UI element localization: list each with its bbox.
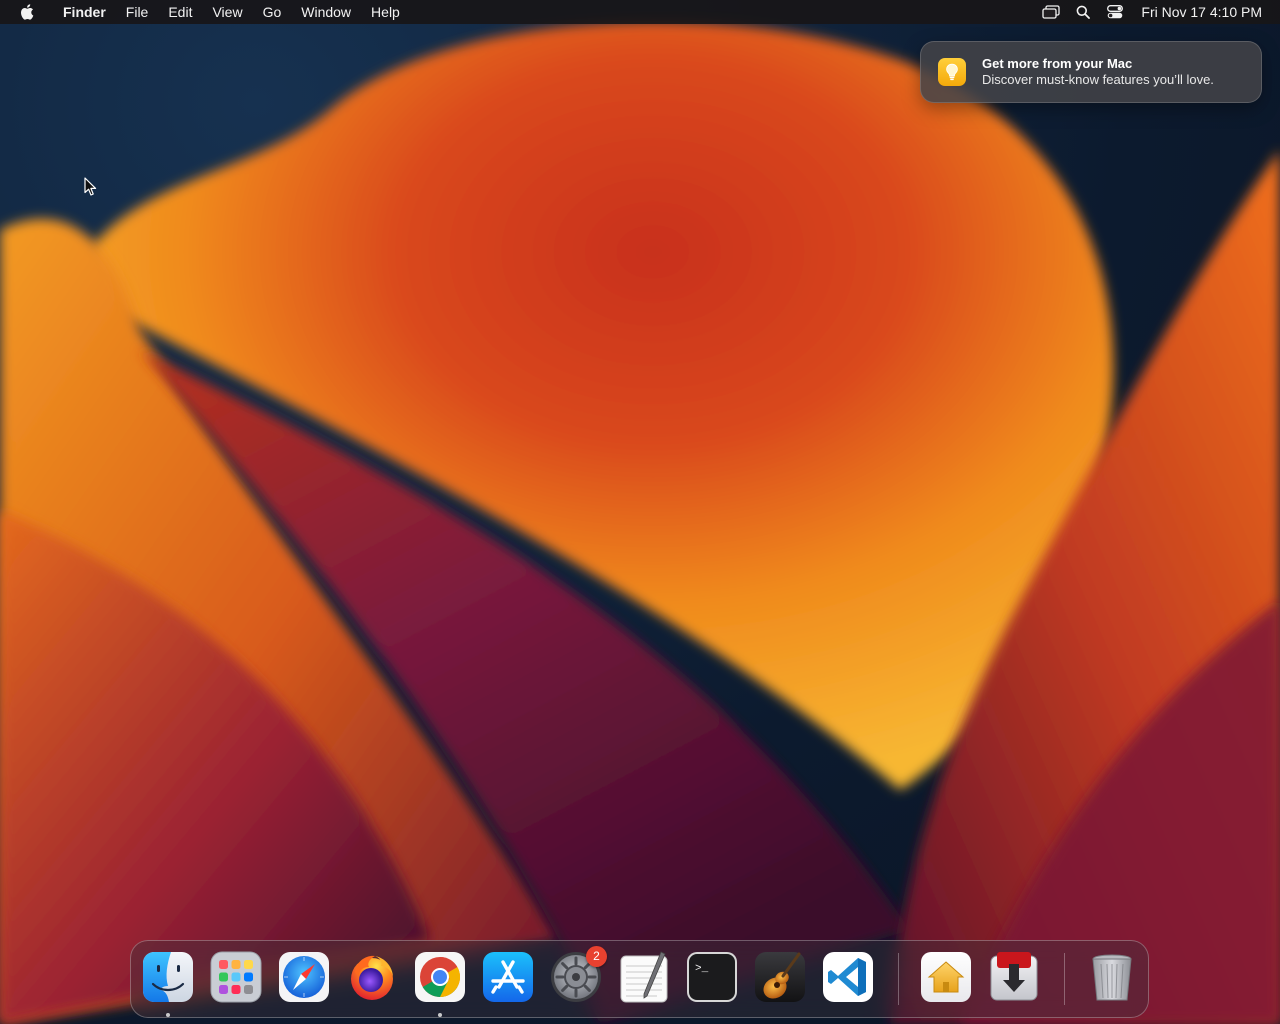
notification-body: Discover must-know features you’ll love. [982,72,1214,87]
dock-separator [898,953,899,1005]
dock-app-store[interactable] [481,950,535,1004]
tips-notification[interactable]: Get more from your Mac Discover must-kno… [920,41,1262,103]
screen-mirroring-icon[interactable] [1041,2,1061,22]
dock: 2 >_ [130,940,1149,1018]
menu-bar-clock[interactable]: Fri Nov 17 4:10 PM [1141,4,1262,20]
dock-garageband[interactable] [753,950,807,1004]
menu-file[interactable]: File [116,0,159,24]
notification-title: Get more from your Mac [982,56,1133,71]
menu-app-name[interactable]: Finder [53,0,116,24]
control-center-icon[interactable] [1105,2,1125,22]
menu-edit[interactable]: Edit [158,0,202,24]
dock-terminal[interactable]: >_ [685,950,739,1004]
dock-launchpad[interactable] [209,950,263,1004]
dock-safari[interactable] [277,950,331,1004]
svg-text:>_: >_ [695,963,709,975]
terminal-icon: >_ [687,952,737,1002]
launchpad-icon [210,951,262,1003]
textedit-icon [620,951,668,1003]
menu-bar: Finder File Edit View Go Window Help Fri… [0,0,1280,24]
safari-icon [279,952,329,1002]
spotlight-search-icon[interactable] [1073,2,1093,22]
menu-view[interactable]: View [202,0,252,24]
running-indicator [438,1013,442,1017]
apple-logo-icon[interactable] [19,4,35,21]
dock-textedit[interactable] [617,950,671,1004]
dock-trash[interactable] [1085,950,1139,1004]
menu-window[interactable]: Window [291,0,361,24]
dock-finder[interactable] [141,950,195,1004]
dock-chrome[interactable] [413,950,467,1004]
finder-icon [143,952,193,1002]
dock-system-settings[interactable]: 2 [549,946,607,1004]
downloads-icon [990,952,1038,1001]
menu-go[interactable]: Go [253,0,292,24]
dock-firefox[interactable] [345,950,399,1004]
dock-downloads[interactable] [987,950,1041,1004]
firefox-icon [351,955,393,1000]
garageband-icon [755,952,805,1002]
dock-separator [1064,953,1065,1005]
desktop-wallpaper [0,0,1280,1024]
home-folder-icon [921,952,971,1002]
dock-vscode[interactable] [821,950,875,1004]
mouse-pointer-icon [84,177,98,202]
trash-icon [1092,954,1132,1001]
running-indicator [166,1013,170,1017]
menu-bar-status-area: Fri Nov 17 4:10 PM [1035,0,1280,24]
dock-home-folder[interactable] [919,950,973,1004]
app-store-icon [483,952,533,1002]
tips-lightbulb-icon [938,58,966,86]
chrome-icon [415,952,465,1002]
notification-badge: 2 [586,946,607,967]
menu-help[interactable]: Help [361,0,410,24]
vscode-icon [823,952,873,1002]
